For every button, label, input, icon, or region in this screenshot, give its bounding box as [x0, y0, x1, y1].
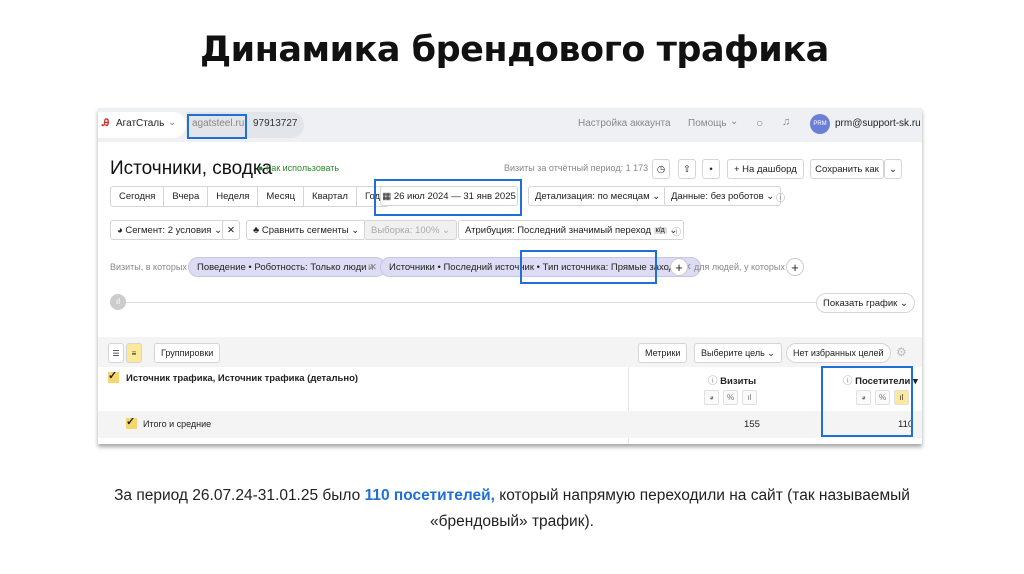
chevron-down-icon: ⌄	[168, 117, 177, 128]
metrica-screenshot: Ꭿ АгатСталь ⌄ agatsteel.ru 97913727 Наст…	[98, 108, 922, 444]
yandex-logo-icon: Ꭿ	[102, 118, 110, 129]
page-title: Источники, сводка	[110, 158, 273, 179]
chevron-down-icon[interactable]: ⌄	[884, 159, 902, 179]
close-icon[interactable]: ✕	[222, 220, 240, 240]
detail-dropdown[interactable]: Детализация: по месяцам ⌄	[528, 186, 668, 206]
visits-period: Визиты за отчётный период: 1 173	[504, 163, 649, 173]
chat-icon[interactable]: ○	[756, 116, 763, 130]
counter-id: 97913727	[253, 118, 298, 129]
add-people-condition-button[interactable]: +	[786, 258, 804, 276]
metrics-button[interactable]: Метрики	[638, 343, 688, 363]
visits-where-label: Визиты, в которых	[110, 262, 187, 272]
info-icon: ●	[258, 163, 264, 173]
percent-icon[interactable]: %	[723, 390, 738, 405]
compare-icon: ♣	[253, 224, 262, 236]
bell-icon[interactable]: ♫	[782, 116, 790, 128]
period-quarter[interactable]: Квартал	[304, 186, 357, 207]
period-month[interactable]: Месяц	[258, 186, 305, 207]
column-visits[interactable]: ⓘ Визиты	[708, 373, 756, 387]
favorite-goals-button[interactable]: Нет избранных целей	[786, 343, 891, 363]
caption-highlight: 110 посетителей,	[364, 487, 495, 504]
account-settings-link[interactable]: Настройка аккаунта	[578, 118, 671, 129]
highlight-box	[520, 250, 657, 284]
period-week[interactable]: Неделя	[208, 186, 259, 207]
tree-view-icon[interactable]: ≡	[126, 343, 142, 363]
help-icon[interactable]: ⓘ	[776, 191, 785, 204]
data-dropdown[interactable]: Данные: без роботов ⌄	[664, 186, 782, 206]
export-icon[interactable]: ⇧	[678, 159, 696, 179]
add-condition-button[interactable]: +	[670, 258, 688, 276]
show-chart-button[interactable]: Показать график ⌄	[816, 293, 915, 313]
save-as-button[interactable]: Сохранить как	[810, 159, 884, 179]
caption-line-1: За период 26.07.24-31.01.25 было 110 пос…	[114, 487, 910, 504]
avatar[interactable]: PRM	[810, 114, 830, 134]
period-today[interactable]: Сегодня	[110, 186, 165, 207]
period-selector: Сегодня Вчера Неделя Месяц Квартал Год	[110, 186, 390, 207]
filter-chip[interactable]: Поведение • Роботность: Только люди ✕	[188, 257, 387, 277]
how-to-use-link[interactable]: ● Как использовать	[258, 163, 339, 173]
chart-icon: ıl	[110, 294, 126, 310]
gear-icon[interactable]: ⚙	[896, 345, 907, 359]
groupings-button[interactable]: Группировки	[154, 343, 221, 363]
sample-dropdown[interactable]: Выборка: 100% ⌄	[364, 220, 458, 240]
help-menu[interactable]: Помощь	[688, 118, 727, 129]
highlight-box	[821, 366, 913, 437]
add-to-dashboard-button[interactable]: + На дашборд	[727, 159, 804, 179]
slide-title: Динамика брендового трафика	[200, 30, 829, 70]
period-yesterday[interactable]: Вчера	[164, 186, 209, 207]
dimension-header: Источник трафика, Источник трафика (дета…	[126, 373, 359, 384]
total-label: Итого и средние	[143, 419, 212, 429]
and-label: и	[368, 262, 374, 273]
highlight-box	[374, 179, 522, 216]
org-selector[interactable]: АгатСталь	[116, 118, 164, 129]
choose-goal-dropdown[interactable]: Выберите цель ⌄	[694, 343, 782, 363]
segment-dropdown[interactable]: ◕ Сегмент: 2 условия ⌄	[110, 220, 230, 240]
divider	[126, 302, 816, 303]
chevron-down-icon: ⌄	[730, 116, 739, 127]
total-visits: 155	[744, 419, 760, 430]
user-email[interactable]: prm@support-sk.ru	[835, 118, 921, 129]
checkbox[interactable]: ✓	[108, 371, 119, 383]
help-icon[interactable]: ⓘ	[672, 225, 681, 238]
api-icon[interactable]: •	[702, 159, 720, 179]
table-row	[98, 411, 922, 438]
clock-icon[interactable]: ◷	[652, 159, 670, 179]
pie-icon[interactable]: ◕	[704, 390, 719, 405]
for-people-label: для людей, у которых	[694, 262, 785, 272]
bar-chart-icon[interactable]: ıl	[742, 390, 757, 405]
list-view-icon[interactable]: ☰	[108, 343, 124, 363]
checkbox[interactable]: ✓	[126, 417, 137, 429]
caption-line-2: «брендовый» трафик).	[430, 513, 594, 530]
highlight-box	[187, 114, 247, 139]
compare-segments-dropdown[interactable]: ♣ Сравнить сегменты ⌄	[246, 220, 367, 240]
pie-icon: ◕	[117, 224, 126, 236]
attribution-dropdown[interactable]: Атрибуция: Последний значимый переход к/…	[458, 220, 685, 240]
